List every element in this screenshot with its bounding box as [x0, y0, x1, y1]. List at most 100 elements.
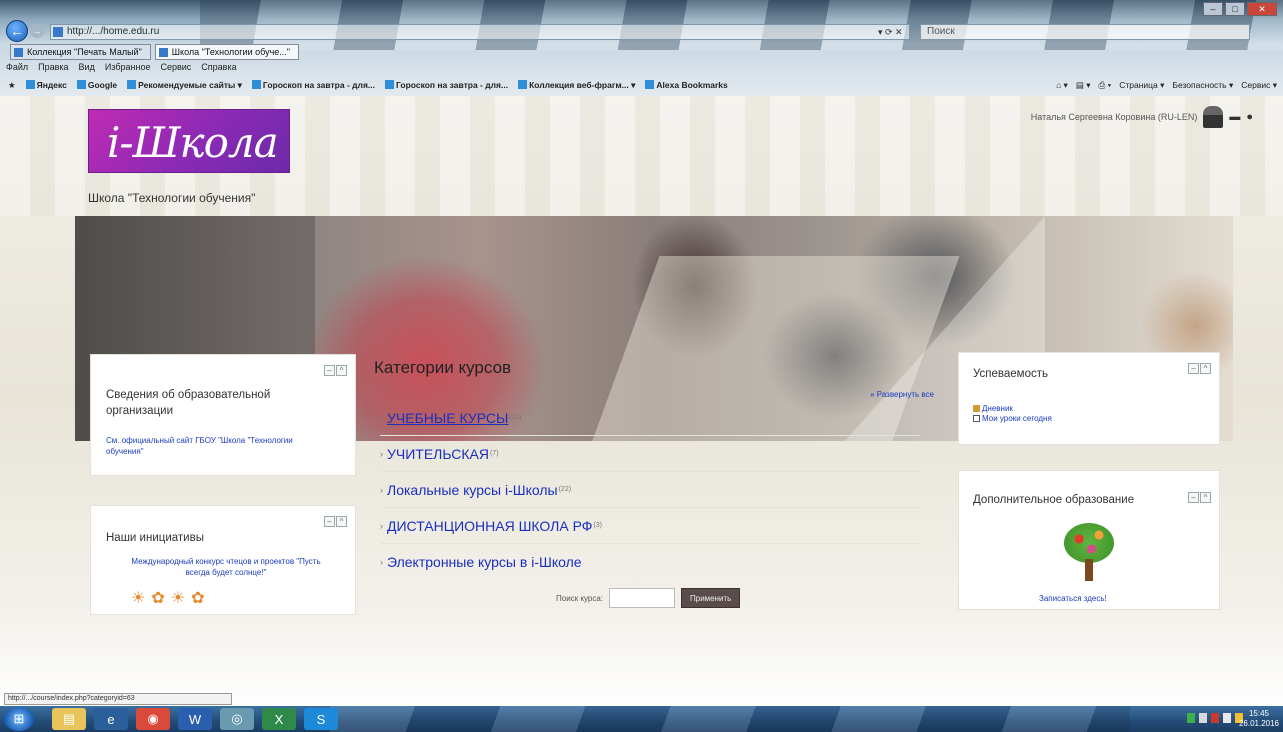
taskbar: ⊞ ▤ e ◉ W ◎ X S 15:45 26.01.2016	[0, 706, 1283, 732]
fav-item[interactable]: Google	[76, 80, 117, 90]
official-site-link[interactable]: См. официальный сайт ГБОУ "Школа "Технол…	[106, 435, 326, 457]
clock-date: 26.01.2016	[1238, 719, 1279, 728]
menu-favorites[interactable]: Избранное	[105, 62, 151, 72]
browser-chrome: ← → http://.../home.edu.ru ▾ ⟳ ✕ Поиск –…	[0, 0, 1283, 108]
category-link[interactable]: Электронные курсы в i-Школе	[387, 554, 582, 570]
command-bar: ⌂ ▾ ▤ ▾ ⎙ ▾ Страница ▾ Безопасность ▾ Се…	[1056, 80, 1277, 91]
tray-icon[interactable]	[1211, 713, 1219, 723]
cmd-tools[interactable]: Сервис ▾	[1241, 80, 1277, 91]
today-lessons-link[interactable]: Мои уроки сегодня	[973, 413, 1052, 424]
expand-arrow-icon[interactable]: ›	[380, 449, 383, 459]
block-extra-education: – ^ Дополнительное образование Записаться…	[958, 470, 1220, 610]
site-logo[interactable]: i-Школа	[88, 109, 290, 173]
sun-children-image[interactable]: ☀✿☀✿	[131, 588, 331, 610]
forward-arrow-icon[interactable]: →	[30, 24, 44, 38]
message-icon[interactable]: ▬	[1229, 111, 1240, 123]
excel-icon[interactable]: X	[262, 708, 296, 730]
fav-item[interactable]: Alexa Bookmarks	[645, 80, 728, 90]
user-name[interactable]: Наталья Сергеевна Коровина (RU-LEN)	[1031, 112, 1198, 122]
block-title: Сведения об образовательной организации	[106, 389, 271, 417]
tray-icon[interactable]	[1199, 713, 1207, 723]
list-item: › ДИСТАНЦИОННАЯ ШКОЛА РФ (3)	[380, 508, 920, 544]
signup-link[interactable]: Записаться здесь!	[1039, 593, 1107, 604]
apply-button[interactable]: Применить	[681, 588, 741, 608]
clock[interactable]: 15:45 26.01.2016	[1239, 709, 1279, 729]
block-title: Наши инициативы	[106, 532, 204, 544]
page-title: Категории курсов	[374, 358, 512, 377]
refresh-icon[interactable]: ▾ ⟳ ✕	[878, 27, 903, 38]
fav-item[interactable]: Яндекс	[25, 80, 67, 90]
maximize-icon[interactable]: □	[1225, 2, 1245, 16]
menu-view[interactable]: Вид	[79, 62, 95, 72]
dock-icon[interactable]: ^	[1200, 492, 1211, 503]
expand-arrow-icon[interactable]: ›	[380, 485, 383, 495]
browser-search-input[interactable]: Поиск	[920, 24, 1250, 40]
dock-icon[interactable]: ^	[1200, 363, 1211, 374]
category-list: › УЧЕБНЫЕ КУРСЫ (11) › УЧИТЕЛЬСКАЯ (7) ›…	[380, 400, 920, 580]
block-performance: – ^ Успеваемость Дневник Мои уроки сегодн…	[958, 352, 1220, 445]
fav-item[interactable]: Рекомендуемые сайты ▾	[127, 79, 242, 91]
chrome-icon[interactable]: ◉	[136, 708, 170, 730]
address-text: http://.../home.edu.ru	[67, 26, 160, 37]
collapse-icon[interactable]: –	[1188, 492, 1199, 503]
block-title: Дополнительное образование	[973, 494, 1135, 506]
menu-edit[interactable]: Правка	[38, 62, 68, 72]
fav-item[interactable]: Коллекция веб-фрагм... ▾	[518, 79, 635, 91]
category-link[interactable]: УЧЕБНЫЕ КУРСЫ	[387, 410, 508, 426]
category-count: (3)	[593, 522, 602, 529]
course-search: Поиск курса: Применить	[556, 588, 741, 608]
avatar[interactable]	[1203, 106, 1224, 128]
collapse-icon[interactable]: –	[1188, 363, 1199, 374]
expand-arrow-icon[interactable]: ›	[380, 557, 383, 567]
home-icon[interactable]: ⌂ ▾	[1056, 80, 1068, 91]
cmd-page[interactable]: Страница ▾	[1119, 80, 1164, 91]
tab-collection[interactable]: Коллекция "Печать Малый"	[10, 44, 151, 60]
fav-item[interactable]: Гороскоп на завтра - для...	[385, 80, 508, 90]
expand-arrow-icon[interactable]: ›	[380, 521, 383, 531]
category-link[interactable]: ДИСТАНЦИОННАЯ ШКОЛА РФ	[387, 518, 592, 534]
category-count: (7)	[489, 450, 499, 457]
block-controls: – ^	[324, 516, 347, 527]
tray-icon[interactable]	[1187, 713, 1195, 723]
category-link[interactable]: Локальные курсы i-Школы	[387, 482, 558, 498]
collapse-icon[interactable]: –	[324, 516, 335, 527]
tray-icon[interactable]	[1223, 713, 1231, 723]
ie-icon[interactable]: e	[94, 708, 128, 730]
menu-tools[interactable]: Сервис	[160, 62, 191, 72]
collapse-icon[interactable]: –	[324, 365, 335, 376]
tab-school[interactable]: Школа "Технологии обуче..."	[154, 44, 299, 60]
list-item: › Электронные курсы в i-Школе	[380, 544, 920, 580]
back-arrow-icon[interactable]: ←	[6, 20, 28, 42]
list-item: › УЧИТЕЛЬСКАЯ (7)	[380, 436, 920, 472]
address-bar[interactable]: http://.../home.edu.ru	[50, 24, 910, 40]
block-title: Успеваемость	[973, 368, 1048, 380]
notification-icon[interactable]: ●	[1246, 111, 1253, 123]
skype-icon[interactable]: S	[304, 708, 338, 730]
close-icon[interactable]: ✕	[1247, 2, 1277, 16]
print-icon[interactable]: ⎙ ▾	[1099, 80, 1112, 91]
dock-icon[interactable]: ^	[336, 365, 347, 376]
tree-icon[interactable]	[1064, 523, 1114, 583]
fav-item[interactable]: Гороскоп на завтра - для...	[251, 80, 375, 90]
list-item: › УЧЕБНЫЕ КУРСЫ (11)	[380, 400, 920, 436]
dock-icon[interactable]: ^	[336, 516, 347, 527]
start-button[interactable]: ⊞	[4, 707, 34, 731]
category-link[interactable]: УЧИТЕЛЬСКАЯ	[387, 446, 489, 462]
favorites-star-icon[interactable]: ★	[8, 80, 16, 91]
menu-help[interactable]: Справка	[201, 62, 236, 72]
menu-bar: Файл Правка Вид Избранное Сервис Справка	[6, 62, 237, 72]
media-icon[interactable]: ◎	[220, 708, 254, 730]
feeds-icon[interactable]: ▤ ▾	[1076, 80, 1091, 91]
system-tray	[1187, 713, 1243, 723]
window-controls: – □ ✕	[1203, 2, 1277, 16]
course-search-input[interactable]	[609, 588, 676, 608]
contest-link[interactable]: Международный конкурс чтецов и проектов …	[121, 556, 331, 578]
cmd-security[interactable]: Безопасность ▾	[1172, 80, 1233, 91]
menu-file[interactable]: Файл	[6, 62, 28, 72]
word-icon[interactable]: W	[178, 708, 212, 730]
minimize-icon[interactable]: –	[1203, 2, 1223, 16]
expand-arrow-icon[interactable]: ›	[380, 413, 383, 423]
explorer-icon[interactable]: ▤	[52, 708, 86, 730]
block-initiatives: – ^ Наши инициативы Международный конкурс…	[90, 505, 356, 615]
expand-all-link[interactable]: » Развернуть все	[870, 390, 934, 399]
